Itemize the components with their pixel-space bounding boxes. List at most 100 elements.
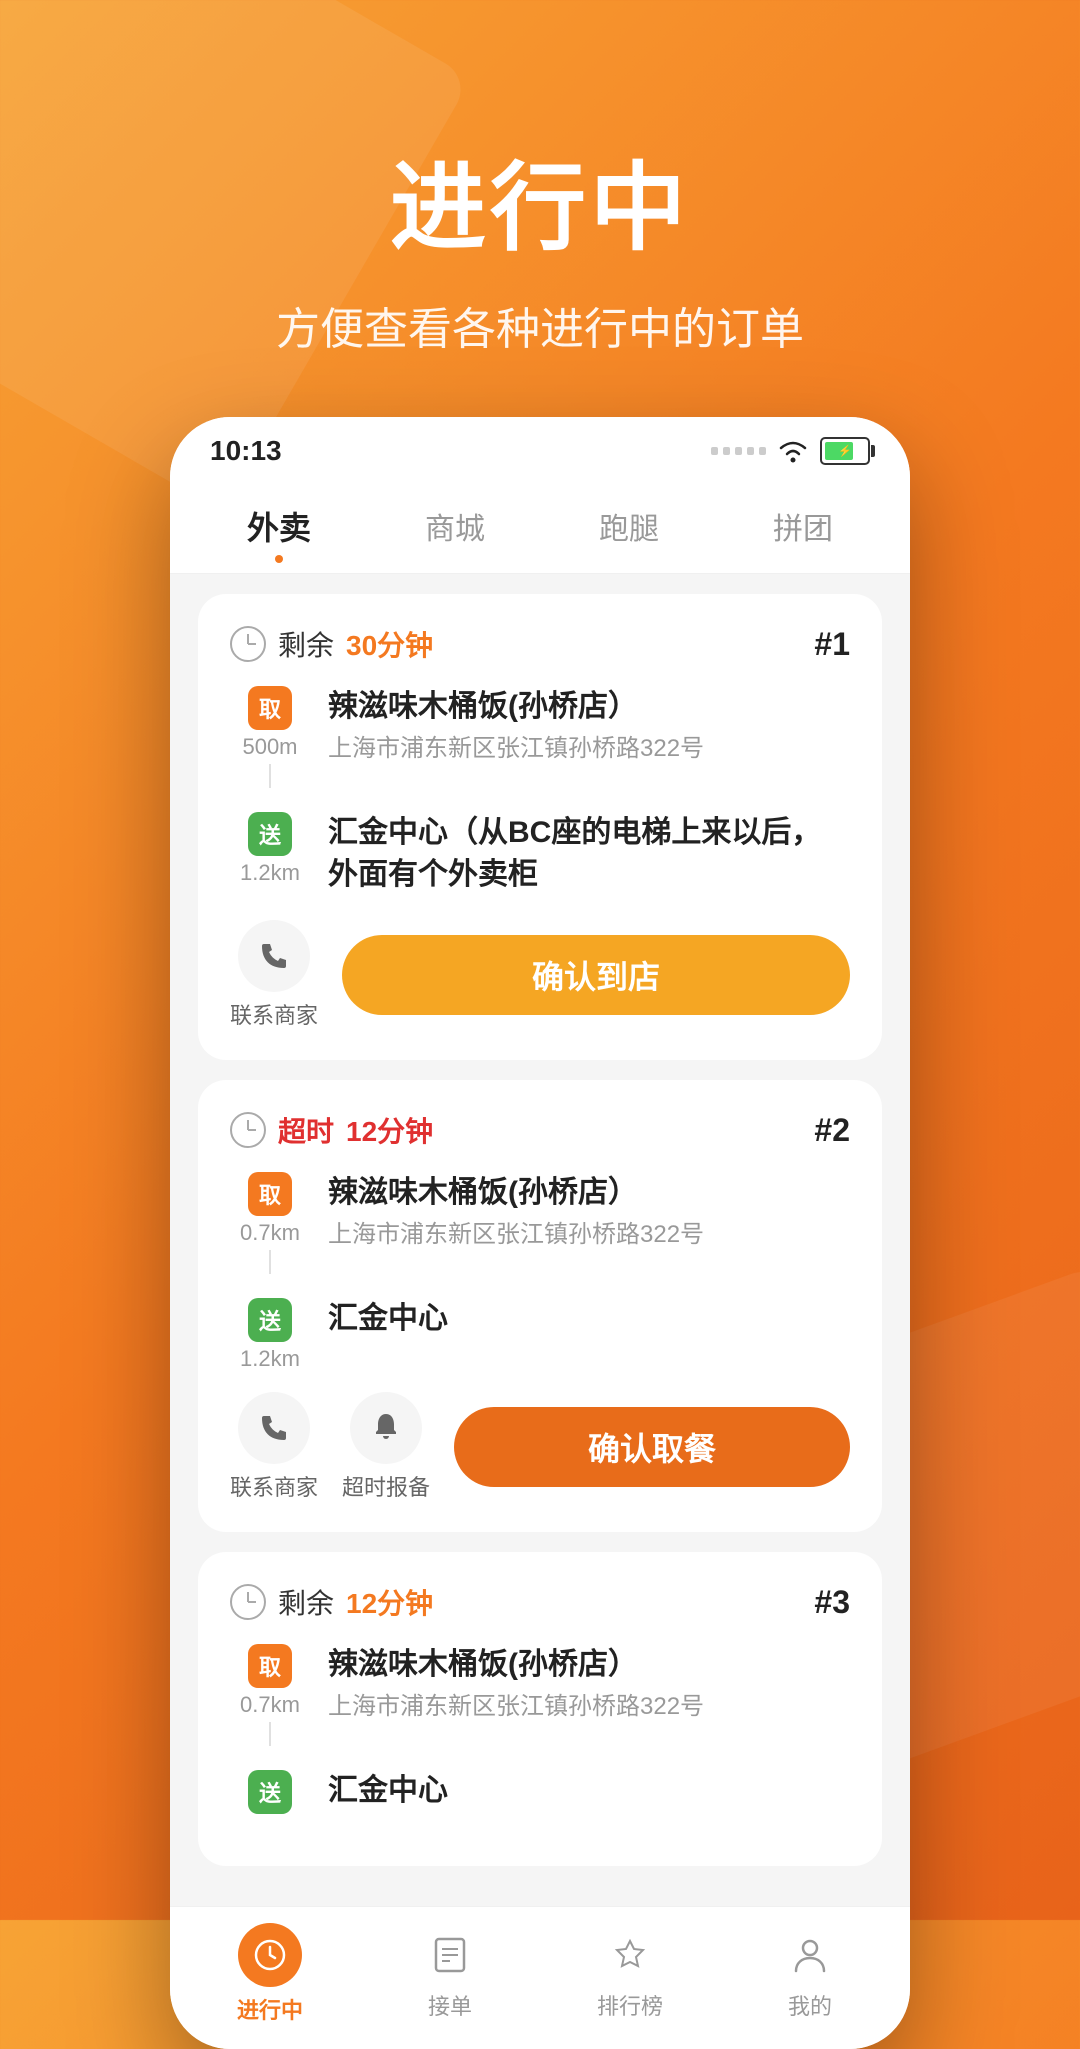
clock-icon-2 bbox=[230, 1112, 266, 1148]
delivery-info-3: 汇金中心 bbox=[328, 1770, 850, 1816]
order-card-3: 剩余 12分钟 #3 取 0.7km 辣滋味木桶饭(孙桥店） 上海市浦东新区张江… bbox=[198, 1552, 882, 1866]
phone-icon-1 bbox=[256, 938, 292, 974]
nav-ongoing[interactable]: 进行中 bbox=[180, 1923, 360, 2025]
nav-profile-label: 我的 bbox=[788, 1989, 832, 2021]
pickup-info-3: 辣滋味木桶饭(孙桥店） 上海市浦东新区张江镇孙桥路322号 bbox=[328, 1644, 850, 1750]
order-header-1: 剩余 30分钟 #1 bbox=[230, 624, 850, 664]
order-card-2: 超时 12分钟 #2 取 0.7km 辣滋味木桶饭(孙桥店） 上海市浦东新区张江… bbox=[198, 1080, 882, 1532]
actions-row-2: 联系商家 超时报备 确认取餐 bbox=[230, 1392, 850, 1502]
nav-rank-label: 排行榜 bbox=[597, 1989, 663, 2021]
tab-shangcheng[interactable]: 商城 bbox=[405, 496, 505, 556]
contact-label-2: 联系商家 bbox=[230, 1470, 318, 1502]
nav-order-label: 接单 bbox=[428, 1989, 472, 2021]
order-number-2: #2 bbox=[814, 1112, 850, 1149]
time-label-1: 剩余 bbox=[278, 624, 334, 664]
time-value-2: 12分钟 bbox=[346, 1110, 433, 1150]
delivery-badge-3: 送 bbox=[248, 1770, 292, 1814]
pickup-left-3: 取 0.7km bbox=[230, 1644, 310, 1750]
order-number-3: #3 bbox=[814, 1584, 850, 1621]
profile-icon bbox=[782, 1927, 838, 1983]
delivery-name-2: 汇金中心 bbox=[328, 1298, 850, 1340]
rank-icon bbox=[602, 1927, 658, 1983]
pickup-name-3: 辣滋味木桶饭(孙桥店） bbox=[328, 1644, 850, 1686]
status-time: 10:13 bbox=[210, 435, 282, 467]
page-subtitle: 方便查看各种进行中的订单 bbox=[0, 293, 1080, 357]
delivery-info-1: 汇金中心（从BC座的电梯上来以后，外面有个外卖柜 bbox=[328, 812, 850, 900]
nav-rank[interactable]: 排行榜 bbox=[540, 1927, 720, 2021]
delivery-left-2: 送 1.2km bbox=[230, 1298, 310, 1372]
nav-profile[interactable]: 我的 bbox=[720, 1927, 900, 2021]
phone-icon-2 bbox=[256, 1410, 292, 1446]
pickup-section-1: 取 500m 辣滋味木桶饭(孙桥店） 上海市浦东新区张江镇孙桥路322号 bbox=[230, 686, 850, 792]
delivery-name-1: 汇金中心（从BC座的电梯上来以后，外面有个外卖柜 bbox=[328, 812, 850, 896]
order-icon bbox=[422, 1927, 478, 1983]
bell-icon-2 bbox=[368, 1410, 404, 1446]
pickup-left-1: 取 500m bbox=[230, 686, 310, 792]
pickup-address-1: 上海市浦东新区张江镇孙桥路322号 bbox=[328, 732, 850, 766]
delivery-section-2: 送 1.2km 汇金中心 bbox=[230, 1298, 850, 1372]
delivery-section-1: 送 1.2km 汇金中心（从BC座的电梯上来以后，外面有个外卖柜 bbox=[230, 812, 850, 900]
nav-order[interactable]: 接单 bbox=[360, 1927, 540, 2021]
phone-frame: 10:13 ⚡ 外卖 商城 bbox=[170, 417, 910, 2049]
delivery-left-3: 送 bbox=[230, 1770, 310, 1816]
pickup-name-1: 辣滋味木桶饭(孙桥店） bbox=[328, 686, 850, 728]
order-time-3: 剩余 12分钟 bbox=[230, 1582, 433, 1622]
order-header-3: 剩余 12分钟 #3 bbox=[230, 1582, 850, 1622]
battery-icon: ⚡ bbox=[820, 437, 870, 465]
tab-pintuan[interactable]: 拼团 bbox=[753, 496, 853, 556]
tab-paotui[interactable]: 跑腿 bbox=[579, 496, 679, 556]
signal-icon bbox=[711, 447, 766, 455]
pickup-address-3: 上海市浦东新区张江镇孙桥路322号 bbox=[328, 1690, 850, 1724]
alarm-btn-2[interactable]: 超时报备 bbox=[342, 1392, 430, 1502]
pickup-name-2: 辣滋味木桶饭(孙桥店） bbox=[328, 1172, 850, 1214]
status-icons: ⚡ bbox=[711, 437, 870, 465]
page-title: 进行中 bbox=[0, 130, 1080, 269]
status-bar: 10:13 ⚡ bbox=[170, 417, 910, 477]
top-tab-bar: 外卖 商城 跑腿 拼团 bbox=[170, 477, 910, 574]
pickup-dist-2: 0.7km bbox=[240, 1220, 300, 1246]
pickup-badge-1: 取 bbox=[248, 686, 292, 730]
pickup-section-3: 取 0.7km 辣滋味木桶饭(孙桥店） 上海市浦东新区张江镇孙桥路322号 bbox=[230, 1644, 850, 1750]
clock-icon bbox=[230, 626, 266, 662]
pickup-badge-2: 取 bbox=[248, 1172, 292, 1216]
actions-row-1: 联系商家 确认到店 bbox=[230, 920, 850, 1030]
order-time-2: 超时 12分钟 bbox=[230, 1110, 433, 1150]
order-time-1: 剩余 30分钟 bbox=[230, 624, 433, 664]
tab-waimai[interactable]: 外卖 bbox=[227, 495, 331, 557]
contact-merchant-btn-2[interactable]: 联系商家 bbox=[230, 1392, 318, 1502]
pickup-info-2: 辣滋味木桶饭(孙桥店） 上海市浦东新区张江镇孙桥路322号 bbox=[328, 1172, 850, 1278]
nav-ongoing-label: 进行中 bbox=[237, 1993, 303, 2025]
bottom-nav: 进行中 接单 排行榜 bbox=[170, 1906, 910, 2049]
order-number-1: #1 bbox=[814, 626, 850, 663]
delivery-badge-2: 送 bbox=[248, 1298, 292, 1342]
contact-label-1: 联系商家 bbox=[230, 998, 318, 1030]
delivery-badge-1: 送 bbox=[248, 812, 292, 856]
time-label-2: 超时 bbox=[278, 1110, 334, 1150]
pickup-info-1: 辣滋味木桶饭(孙桥店） 上海市浦东新区张江镇孙桥路322号 bbox=[328, 686, 850, 792]
order-header-2: 超时 12分钟 #2 bbox=[230, 1110, 850, 1150]
time-value-1: 30分钟 bbox=[346, 624, 433, 664]
pickup-dist-3: 0.7km bbox=[240, 1692, 300, 1718]
contact-merchant-btn-1[interactable]: 联系商家 bbox=[230, 920, 318, 1030]
delivery-info-2: 汇金中心 bbox=[328, 1298, 850, 1372]
pickup-address-2: 上海市浦东新区张江镇孙桥路322号 bbox=[328, 1218, 850, 1252]
confirm-pickup-btn-2[interactable]: 确认取餐 bbox=[454, 1407, 850, 1487]
alarm-label-2: 超时报备 bbox=[342, 1470, 430, 1502]
pickup-section-2: 取 0.7km 辣滋味木桶饭(孙桥店） 上海市浦东新区张江镇孙桥路322号 bbox=[230, 1172, 850, 1278]
time-label-3: 剩余 bbox=[278, 1582, 334, 1622]
pickup-left-2: 取 0.7km bbox=[230, 1172, 310, 1278]
pickup-dist-1: 500m bbox=[242, 734, 297, 760]
wifi-icon bbox=[776, 438, 810, 464]
time-value-3: 12分钟 bbox=[346, 1582, 433, 1622]
confirm-arrive-btn-1[interactable]: 确认到店 bbox=[342, 935, 850, 1015]
delivery-dist-1: 1.2km bbox=[240, 860, 300, 886]
clock-icon-3 bbox=[230, 1584, 266, 1620]
order-card-1: 剩余 30分钟 #1 取 500m 辣滋味木桶饭(孙桥店） 上海市浦东新区张江镇… bbox=[198, 594, 882, 1060]
ongoing-icon bbox=[238, 1923, 302, 1987]
delivery-name-3: 汇金中心 bbox=[328, 1770, 850, 1812]
delivery-section-3: 送 汇金中心 bbox=[230, 1770, 850, 1816]
pickup-badge-3: 取 bbox=[248, 1644, 292, 1688]
delivery-dist-2: 1.2km bbox=[240, 1346, 300, 1372]
delivery-left-1: 送 1.2km bbox=[230, 812, 310, 900]
content-area: 剩余 30分钟 #1 取 500m 辣滋味木桶饭(孙桥店） 上海市浦东新区张江镇… bbox=[170, 574, 910, 1906]
